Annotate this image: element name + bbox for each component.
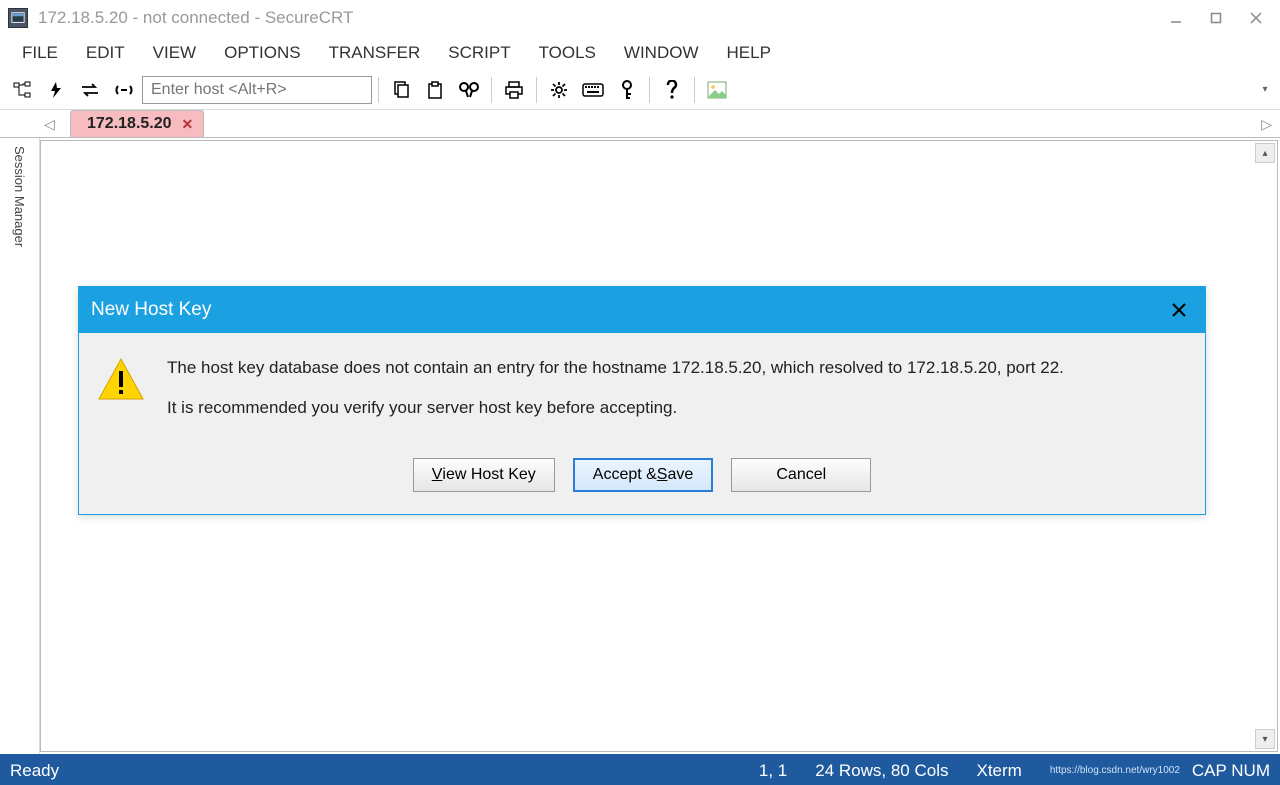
- menu-window[interactable]: WINDOW: [610, 39, 713, 67]
- toolbar-overflow-icon[interactable]: ▾: [1256, 74, 1274, 106]
- menu-file[interactable]: FILE: [8, 39, 72, 67]
- accept-save-button[interactable]: Accept & Save: [573, 458, 714, 492]
- scroll-up-button[interactable]: ▴: [1255, 143, 1275, 163]
- menu-edit[interactable]: EDIT: [72, 39, 139, 67]
- menu-help[interactable]: HELP: [713, 39, 785, 67]
- session-tree-icon[interactable]: [6, 74, 38, 106]
- menu-view[interactable]: VIEW: [139, 39, 210, 67]
- disconnect-icon[interactable]: [108, 74, 140, 106]
- view-host-key-button[interactable]: View Host Key: [413, 458, 555, 492]
- session-manager-label: Session Manager: [12, 144, 27, 247]
- host-input[interactable]: [142, 76, 372, 104]
- help-icon[interactable]: [656, 74, 688, 106]
- status-ready: Ready: [10, 761, 59, 781]
- tabstrip: ◁ 172.18.5.20 ✕ ▷: [0, 110, 1280, 138]
- close-button[interactable]: [1236, 4, 1276, 32]
- app-icon: [8, 8, 28, 28]
- dialog-line1: The host key database does not contain a…: [167, 355, 1064, 381]
- key-icon[interactable]: [611, 74, 643, 106]
- image-icon[interactable]: [701, 74, 733, 106]
- settings-icon[interactable]: [543, 74, 575, 106]
- status-terminal-type: Xterm: [976, 761, 1021, 781]
- quick-connect-icon[interactable]: [40, 74, 72, 106]
- dialog-close-button[interactable]: [1165, 296, 1193, 324]
- session-tab[interactable]: 172.18.5.20 ✕: [70, 110, 204, 137]
- toolbar-separator: [649, 77, 650, 103]
- print-icon[interactable]: [498, 74, 530, 106]
- copy-icon[interactable]: [385, 74, 417, 106]
- menu-tools[interactable]: TOOLS: [525, 39, 610, 67]
- toolbar-separator: [536, 77, 537, 103]
- scroll-down-button[interactable]: ▾: [1255, 729, 1275, 749]
- status-dimensions: 24 Rows, 80 Cols: [815, 761, 948, 781]
- paste-icon[interactable]: [419, 74, 451, 106]
- find-icon[interactable]: [453, 74, 485, 106]
- dialog-buttons: View Host Key Accept & Save Cancel: [79, 454, 1205, 514]
- dialog-body: The host key database does not contain a…: [79, 333, 1205, 454]
- toolbar-separator: [694, 77, 695, 103]
- new-host-key-dialog: New Host Key The host key database does …: [78, 286, 1206, 515]
- reconnect-icon[interactable]: [74, 74, 106, 106]
- status-cursor-pos: 1, 1: [759, 761, 787, 781]
- dialog-text: The host key database does not contain a…: [167, 355, 1064, 434]
- menubar: FILE EDIT VIEW OPTIONS TRANSFER SCRIPT T…: [0, 36, 1280, 70]
- menu-transfer[interactable]: TRANSFER: [315, 39, 435, 67]
- dialog-titlebar: New Host Key: [79, 287, 1205, 333]
- session-tab-label: 172.18.5.20: [87, 115, 172, 133]
- dialog-line2: It is recommended you verify your server…: [167, 395, 1064, 421]
- maximize-button[interactable]: [1196, 4, 1236, 32]
- tab-nav-left-icon[interactable]: ◁: [44, 116, 55, 133]
- status-caps-num: CAP NUM: [1192, 761, 1270, 781]
- menu-script[interactable]: SCRIPT: [434, 39, 524, 67]
- toolbar-separator: [491, 77, 492, 103]
- session-manager-panel[interactable]: Session Manager: [0, 138, 40, 754]
- cancel-button[interactable]: Cancel: [731, 458, 871, 492]
- window-titlebar: 172.18.5.20 - not connected - SecureCRT: [0, 0, 1280, 36]
- watermark-text: https://blog.csdn.net/wry1002: [1050, 765, 1180, 776]
- tab-nav-right-icon[interactable]: ▷: [1261, 116, 1272, 133]
- tab-close-icon[interactable]: ✕: [182, 116, 194, 133]
- menu-options[interactable]: OPTIONS: [210, 39, 315, 67]
- toolbar-separator: [378, 77, 379, 103]
- toolbar: ▾: [0, 70, 1280, 110]
- window-title: 172.18.5.20 - not connected - SecureCRT: [38, 8, 1156, 28]
- warning-icon: [97, 355, 145, 403]
- dialog-title: New Host Key: [91, 299, 211, 321]
- keyboard-icon[interactable]: [577, 74, 609, 106]
- statusbar: Ready 1, 1 24 Rows, 80 Cols Xterm https:…: [0, 754, 1280, 785]
- minimize-button[interactable]: [1156, 4, 1196, 32]
